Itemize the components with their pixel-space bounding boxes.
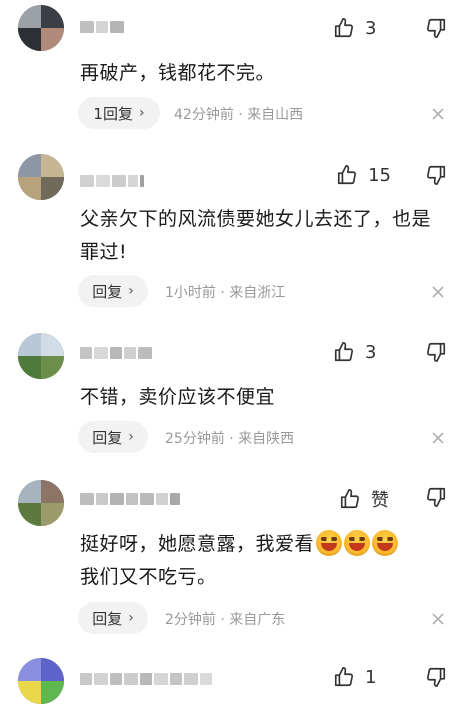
chevron-right-icon: › — [128, 610, 134, 626]
like-count: 1 — [365, 666, 377, 688]
close-button[interactable] — [431, 106, 445, 120]
comment-text-line: 挺好呀，她愿意露，我爱看 — [80, 533, 315, 555]
thumbs-down-icon — [426, 165, 446, 185]
avatar[interactable] — [18, 480, 64, 526]
reply-button[interactable]: 1回复 › — [78, 97, 160, 129]
thumbs-up-icon — [334, 18, 354, 38]
chevron-right-icon: › — [138, 105, 145, 121]
comment-item: 1 — [0, 650, 471, 707]
dislike-button[interactable] — [425, 341, 447, 363]
laughing-emoji-icon — [316, 530, 343, 556]
like-count: 15 — [368, 164, 391, 186]
username[interactable] — [80, 672, 212, 686]
dislike-button[interactable] — [425, 17, 447, 39]
close-icon — [432, 108, 444, 120]
comment-meta: 1小时前 · 来自浙江 — [165, 285, 286, 301]
username[interactable] — [80, 174, 144, 188]
dislike-button[interactable] — [425, 666, 447, 688]
dislike-button[interactable] — [425, 164, 447, 186]
like-button[interactable]: 1 — [333, 666, 385, 688]
comment-meta: 25分钟前 · 来自陕西 — [165, 431, 295, 447]
close-button[interactable] — [431, 430, 445, 444]
close-icon — [432, 286, 444, 298]
reply-label: 1回复 — [93, 104, 133, 123]
comment-text: 挺好呀，她愿意露，我爱看 我们又不吃亏。 — [80, 528, 447, 594]
comment-text: 不错，卖价应该不便宜 — [80, 386, 276, 408]
like-button[interactable]: 赞 — [339, 486, 391, 512]
reply-label: 回复 — [92, 609, 123, 628]
comment-item: 赞 挺好呀，她愿意露，我爱看 我们又不吃亏。 回复 › 2分钟前 · 来自广东 — [0, 470, 471, 650]
close-icon — [432, 432, 444, 444]
thumbs-down-icon — [426, 18, 446, 38]
like-button[interactable]: 3 — [333, 17, 385, 39]
thumbs-down-icon — [426, 667, 446, 687]
chevron-right-icon: › — [128, 429, 134, 445]
avatar[interactable] — [18, 154, 64, 200]
comment-text: 再破产，钱都花不完。 — [80, 62, 276, 84]
reply-button[interactable]: 回复 › — [78, 275, 148, 307]
laughing-emoji-icon — [344, 530, 371, 556]
dislike-button[interactable] — [425, 486, 447, 508]
comment-text: 父亲欠下的风流债要她女儿去还了，也是罪过! — [80, 208, 432, 263]
thumbs-up-icon — [338, 165, 357, 185]
comment-item: 3 不错，卖价应该不便宜 回复 › 25分钟前 · 来自陕西 — [0, 325, 471, 470]
laughing-emoji-icon — [372, 530, 399, 556]
username[interactable] — [80, 346, 152, 360]
thumbs-up-icon — [334, 667, 354, 687]
reply-label: 回复 — [92, 282, 123, 301]
comment-item: 15 父亲欠下的风流债要她女儿去还了，也是罪过! 回复 › 1小时前 · 来自浙… — [0, 140, 471, 325]
reply-label: 回复 — [92, 428, 123, 447]
comment-item: 3 再破产，钱都花不完。 1回复 › 42分钟前 · 来自山西 — [0, 0, 471, 140]
thumbs-up-icon — [334, 342, 354, 362]
reply-button[interactable]: 回复 › — [78, 421, 148, 453]
thumbs-down-icon — [426, 342, 446, 362]
thumbs-up-icon — [340, 489, 360, 509]
close-icon — [432, 613, 444, 625]
like-count: 3 — [365, 17, 377, 39]
avatar[interactable] — [18, 658, 64, 704]
like-button[interactable]: 15 — [336, 164, 391, 186]
avatar[interactable] — [18, 5, 64, 51]
like-count: 赞 — [371, 490, 389, 511]
username[interactable] — [80, 492, 180, 506]
close-button[interactable] — [431, 284, 445, 298]
reply-button[interactable]: 回复 › — [78, 602, 148, 634]
avatar[interactable] — [18, 333, 64, 379]
like-button[interactable]: 3 — [333, 341, 385, 363]
close-button[interactable] — [431, 611, 445, 625]
chevron-right-icon: › — [128, 283, 134, 299]
comment-text-line: 我们又不吃亏。 — [80, 566, 217, 588]
comment-meta: 2分钟前 · 来自广东 — [165, 612, 286, 628]
like-count: 3 — [365, 341, 377, 363]
thumbs-down-icon — [426, 487, 446, 507]
username[interactable] — [80, 20, 124, 34]
comment-meta: 42分钟前 · 来自山西 — [174, 107, 304, 123]
